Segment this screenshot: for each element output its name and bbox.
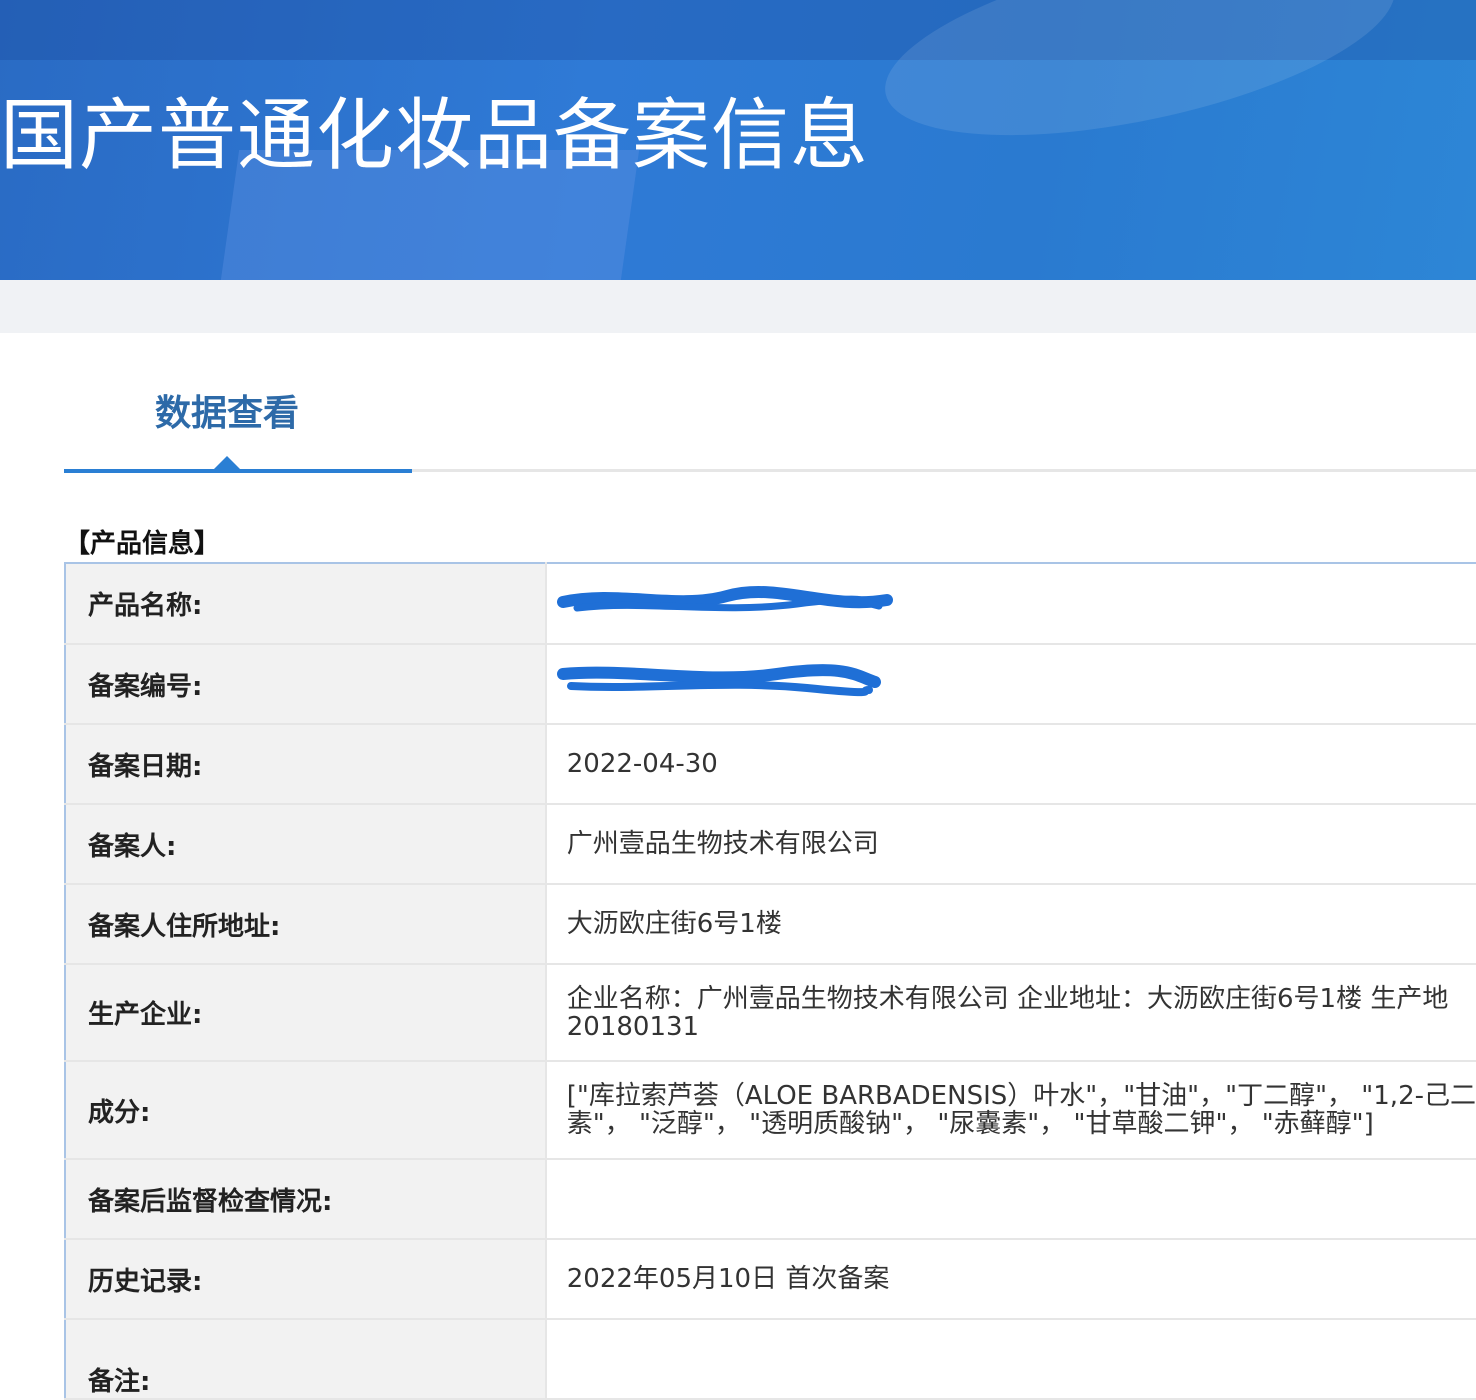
row-label: 生产企业: — [65, 964, 547, 1062]
value-line: ["库拉索芦荟（ALOE BARBADENSIS）叶水"，"甘油"，"丁二醇"，… — [566, 1081, 1476, 1111]
product-name-value — [545, 563, 1476, 645]
manufacturer-value: 企业名称：广州壹品生物技术有限公司 企业地址：大沥欧庄街6号1楼 生产地 201… — [545, 964, 1476, 1062]
filing-number-value — [545, 644, 1476, 725]
redaction-scribble — [556, 664, 887, 697]
row-label: 备案日期: — [65, 724, 547, 805]
row-label: 备案编号: — [65, 644, 547, 725]
row-label: 备案后监督检查情况: — [65, 1159, 547, 1240]
table-row: 备案人: 广州壹品生物技术有限公司 — [65, 804, 1476, 885]
table-row: 备案日期: 2022-04-30 — [65, 724, 1476, 805]
row-value — [545, 1319, 1476, 1400]
table-row: 产品名称: — [65, 563, 1476, 645]
row-value: 广州壹品生物技术有限公司 — [545, 804, 1476, 885]
value-line: 20180131 — [566, 1011, 700, 1042]
table-row: 生产企业: 企业名称：广州壹品生物技术有限公司 企业地址：大沥欧庄街6号1楼 生… — [65, 964, 1476, 1062]
section-title: 【产品信息】 — [64, 529, 221, 559]
table-row: 备案编号: — [65, 644, 1476, 725]
header-banner: 国产普通化妆品备案信息 — [0, 0, 1476, 280]
row-label: 备注: — [65, 1319, 547, 1400]
product-info-table: 产品名称: 备案编号: 备案日期: 2022-04-30 备案人: 广州壹品生物… — [64, 562, 1476, 1400]
value-line: 素"， "泛醇"， "透明质酸钠"， "尿囊素"， "甘草酸二钾"， "赤藓醇"… — [566, 1109, 1374, 1139]
tab-active-underline — [64, 469, 412, 473]
table-row: 成分: ["库拉索芦荟（ALOE BARBADENSIS）叶水"，"甘油"，"丁… — [65, 1061, 1476, 1160]
row-value — [545, 1159, 1476, 1240]
banner-decoration — [869, 0, 1411, 173]
row-label: 历史记录: — [65, 1239, 547, 1320]
tab-data-view[interactable]: 数据查看 — [155, 388, 299, 440]
row-value: 2022-04-30 — [545, 724, 1476, 805]
row-label: 备案人住所地址: — [65, 884, 547, 965]
row-label: 成分: — [65, 1061, 547, 1160]
tab-bar-divider — [412, 469, 1476, 472]
row-label: 产品名称: — [65, 563, 547, 645]
table-row: 备案人住所地址: 大沥欧庄街6号1楼 — [65, 884, 1476, 965]
value-line: 企业名称：广州壹品生物技术有限公司 企业地址：大沥欧庄街6号1楼 生产地 — [566, 983, 1449, 1014]
spacer-strip — [0, 280, 1476, 333]
ingredients-value: ["库拉索芦荟（ALOE BARBADENSIS）叶水"，"甘油"，"丁二醇"，… — [545, 1061, 1476, 1160]
tab-active-arrow-icon — [214, 456, 240, 469]
row-label: 备案人: — [65, 804, 547, 885]
row-value: 大沥欧庄街6号1楼 — [545, 884, 1476, 965]
table-row: 备案后监督检查情况: — [65, 1159, 1476, 1240]
page-title: 国产普通化妆品备案信息 — [0, 91, 870, 181]
redaction-scribble — [556, 585, 893, 616]
table-row: 历史记录: 2022年05月10日 首次备案 — [65, 1239, 1476, 1320]
row-value: 2022年05月10日 首次备案 — [545, 1239, 1476, 1320]
table-row: 备注: — [65, 1319, 1476, 1400]
